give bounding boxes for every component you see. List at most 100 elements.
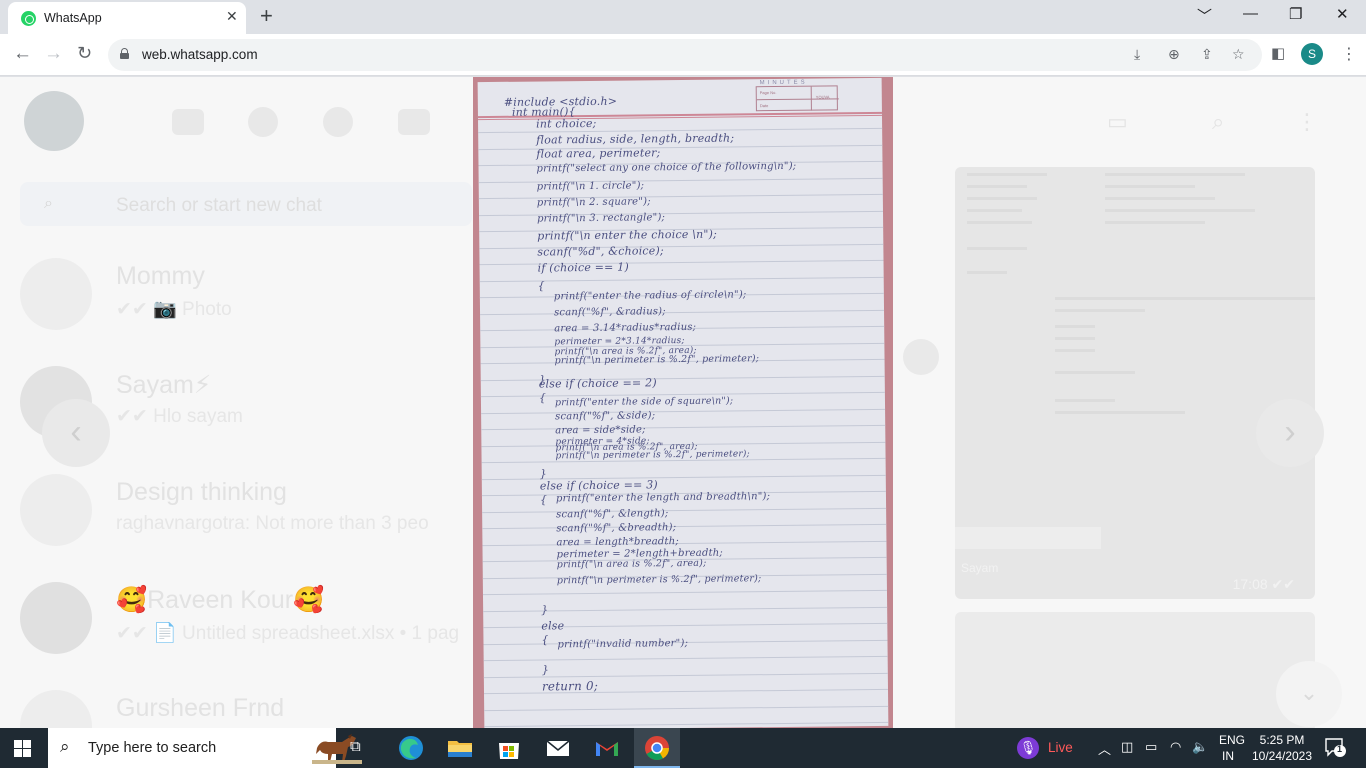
- restore-button[interactable]: ❐: [1289, 5, 1302, 23]
- taskbar-clock[interactable]: 5:25 PM 10/24/2023: [1250, 732, 1314, 764]
- taskbar-search-box[interactable]: ⌕ Type here to search: [48, 728, 362, 768]
- browser-menu-icon[interactable]: ⋮: [1341, 44, 1357, 64]
- tab-whatsapp[interactable]: WhatsApp ✕: [8, 2, 246, 34]
- list-item[interactable]: Gursheen Frnd: [0, 676, 473, 728]
- avatar: [20, 582, 92, 654]
- media-thumbnail[interactable]: Sayam 17:08 ✔✔: [955, 167, 1315, 599]
- chat-menu-icon[interactable]: ⋮: [1296, 109, 1318, 135]
- code-line: printf("invalid number");: [557, 637, 689, 651]
- microsoft-store-icon[interactable]: [494, 733, 524, 763]
- zoom-icon[interactable]: ⊕: [1168, 46, 1180, 63]
- notebook-page: MINUTES Page No. Date YOUVA #include <st…: [477, 77, 889, 728]
- task-view-icon[interactable]: ⧉: [350, 738, 361, 755]
- list-item[interactable]: Mommy ✔✔ 📷 Photo: [0, 244, 473, 352]
- code-line: printf("\n perimeter is %.2f", perimeter…: [555, 449, 750, 462]
- tab-title: WhatsApp: [44, 11, 102, 25]
- clock-date: 10/24/2023: [1251, 749, 1313, 763]
- code-line: float area, perimeter;: [536, 146, 661, 161]
- code-line: area = length*breadth;: [556, 536, 679, 549]
- chat-search-input[interactable]: ⌕ Search or start new chat: [20, 182, 472, 226]
- status-icon[interactable]: [248, 107, 278, 137]
- code-line: scanf("%d", &choice);: [537, 244, 664, 259]
- tab-search-icon[interactable]: ﹀: [1197, 5, 1212, 26]
- gmail-icon[interactable]: [592, 733, 622, 763]
- communities-icon[interactable]: [172, 109, 204, 135]
- close-window-button[interactable]: ✕: [1336, 5, 1349, 23]
- profile-avatar[interactable]: S: [1301, 43, 1323, 65]
- list-item[interactable]: Design thinking raghavnargotra: Not more…: [0, 460, 473, 568]
- windows-start-icon[interactable]: [14, 740, 31, 757]
- back-arrow-icon[interactable]: ←: [13, 43, 32, 65]
- code-line: printf("\n 1. circle");: [536, 180, 645, 193]
- edge-icon[interactable]: [396, 733, 426, 763]
- chat-name: Sayam⚡: [116, 371, 212, 399]
- date-label: Date: [759, 103, 769, 109]
- code-line: {: [538, 391, 547, 405]
- bookmark-star-icon[interactable]: ☆: [1232, 46, 1245, 63]
- reload-icon[interactable]: ↻: [77, 43, 92, 64]
- code-line: else if (choice == 2): [538, 376, 657, 391]
- code-line: return 0;: [541, 678, 599, 694]
- battery-icon[interactable]: ▭: [1145, 739, 1157, 755]
- browser-toolbar: ← → ↻ web.whatsapp.com ⤓ ⊕ ⇪ ☆ ◧ S ⋮: [0, 34, 1366, 76]
- share-icon[interactable]: ⇪: [1201, 46, 1213, 63]
- chrome-icon: [645, 736, 669, 761]
- my-avatar[interactable]: [24, 91, 84, 151]
- code-line: scanf("%f", &length);: [556, 508, 669, 521]
- search-icon: ⌕: [44, 195, 53, 212]
- install-app-icon[interactable]: ⤓: [1134, 46, 1140, 63]
- code-line: {: [541, 633, 549, 647]
- live-label[interactable]: Live: [1048, 740, 1073, 755]
- code-line: area = side*side;: [555, 424, 646, 437]
- scroll-down-button[interactable]: ⌄: [1276, 661, 1342, 727]
- chat-name: Mommy: [116, 262, 205, 290]
- chat-search-icon[interactable]: ⌕: [1212, 109, 1224, 135]
- address-bar[interactable]: web.whatsapp.com ⤓ ⊕ ⇪ ☆: [108, 39, 1262, 71]
- chat-preview: ✔✔ 📷 Photo: [116, 299, 232, 320]
- code-line: int choice;: [535, 116, 597, 131]
- avatar: [20, 474, 92, 546]
- list-item[interactable]: 🥰Raveen Kour🥰 ✔✔ 📄 Untitled spreadsheet.…: [0, 568, 473, 676]
- next-media-button[interactable]: ›: [1256, 399, 1324, 467]
- show-hidden-icons-icon[interactable]: ︿: [1098, 739, 1111, 758]
- thumbnail-time: 17:08 ✔✔: [1232, 576, 1295, 592]
- media-thumbnail-second[interactable]: [955, 612, 1315, 728]
- code-line: scanf("%f", &breadth);: [556, 522, 677, 535]
- notification-center-icon[interactable]: 1: [1324, 737, 1346, 757]
- code-line: float radius, side, length, breadth;: [536, 131, 735, 147]
- side-panel-icon[interactable]: ◧: [1271, 44, 1285, 62]
- code-line: printf("enter the side of square\n");: [554, 395, 734, 409]
- camera-icon[interactable]: ◫: [1121, 739, 1133, 755]
- url-text[interactable]: web.whatsapp.com: [142, 47, 258, 62]
- previous-media-button[interactable]: ‹: [42, 399, 110, 467]
- code-line: printf("\n 2. square");: [536, 196, 651, 209]
- wifi-icon[interactable]: ◠: [1170, 739, 1181, 755]
- channels-icon[interactable]: [323, 107, 353, 137]
- forward-icon[interactable]: [903, 339, 939, 375]
- language-indicator[interactable]: ENG IN: [1219, 732, 1245, 764]
- chat-preview: raghavnargotra: Not more than 3 peo: [116, 513, 429, 534]
- code-line: printf("select any one choice of the fol…: [536, 160, 797, 175]
- code-line: {: [537, 279, 546, 293]
- code-line: else if (choice == 3): [539, 478, 658, 493]
- code-line: printf("\n 3. rectangle");: [536, 212, 666, 225]
- language-code: ENG: [1219, 733, 1246, 747]
- minimize-button[interactable]: —: [1243, 5, 1258, 22]
- microphone-live-icon[interactable]: 🎙: [1017, 737, 1039, 759]
- new-chat-icon[interactable]: [398, 109, 430, 135]
- media-viewer-photo: MINUTES Page No. Date YOUVA #include <st…: [473, 77, 893, 728]
- chat-name: 🥰Raveen Kour🥰: [116, 586, 325, 614]
- new-tab-button[interactable]: +: [260, 3, 273, 29]
- chat-name: Design thinking: [116, 478, 287, 506]
- code-line: printf("\n perimeter is %.2f", perimeter…: [556, 573, 762, 587]
- tab-close-icon[interactable]: ✕: [226, 8, 238, 25]
- chrome-taskbar-item[interactable]: [634, 728, 680, 768]
- code-line: printf("\n enter the choice \n");: [537, 227, 718, 243]
- video-call-icon[interactable]: ▭: [1107, 109, 1128, 135]
- page-number-box: Page No. Date YOUVA: [755, 85, 839, 112]
- mail-icon[interactable]: [543, 733, 573, 763]
- lock-icon[interactable]: [120, 48, 129, 59]
- file-explorer-icon[interactable]: [445, 733, 475, 763]
- forward-arrow-icon[interactable]: →: [44, 43, 63, 65]
- volume-icon[interactable]: 🔈: [1192, 739, 1208, 755]
